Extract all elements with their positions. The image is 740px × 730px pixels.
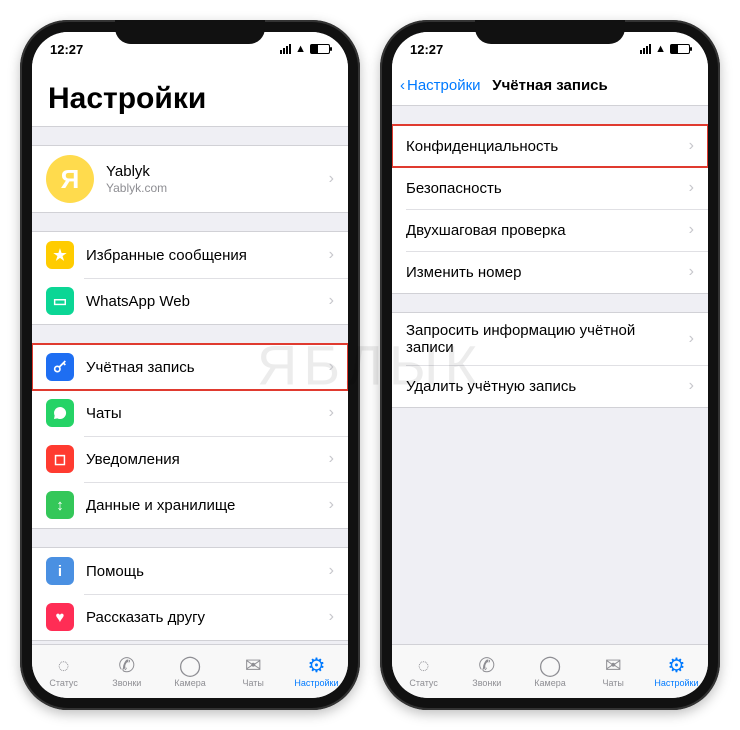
row-request-info[interactable]: Запросить информацию учётной записи › [392, 313, 708, 365]
bell-icon: ◻ [46, 445, 74, 473]
group-3: i Помощь › ♥ Рассказать другу › [32, 547, 348, 641]
tab-bar: ◌Статус ✆Звонки ◯Камера ✉Чаты ⚙Настройки [32, 644, 348, 698]
chevron-right-icon: › [329, 246, 334, 264]
chats-icon: ✉ [245, 656, 262, 676]
camera-icon: ◯ [179, 656, 201, 676]
arrows-icon: ↕ [46, 491, 74, 519]
nav-bar: ‹ Настройки Учётная запись [392, 66, 708, 106]
tab-status[interactable]: ◌Статус [32, 645, 95, 698]
screen-settings: 12:27 ▲ Настройки Я Yablyk Yablyk.com [32, 32, 348, 698]
info-icon: i [46, 557, 74, 585]
phone-icon: ✆ [118, 656, 135, 676]
tab-settings[interactable]: ⚙Настройки [285, 645, 348, 698]
chevron-right-icon: › [329, 608, 334, 626]
chevron-right-icon: › [689, 263, 694, 281]
nav-title: Учётная запись [492, 77, 608, 94]
camera-icon: ◯ [539, 656, 561, 676]
notch [115, 20, 265, 44]
status-icons: ▲ [640, 43, 690, 55]
row-security[interactable]: Безопасность › [392, 167, 708, 209]
status-icons: ▲ [280, 43, 330, 55]
tab-chats[interactable]: ✉Чаты [582, 645, 645, 698]
profile-sub: Yablyk.com [106, 181, 317, 195]
chats-icon: ✉ [605, 656, 622, 676]
row-chats[interactable]: Чаты › [32, 390, 348, 436]
screen-account: 12:27 ▲ ‹ Настройки Учётная запись Конфи… [392, 32, 708, 698]
row-privacy[interactable]: Конфиденциальность › [392, 125, 708, 167]
row-account[interactable]: Учётная запись › [32, 344, 348, 390]
star-icon: ★ [46, 241, 74, 269]
gear-icon: ⚙ [307, 656, 325, 676]
row-change-number[interactable]: Изменить номер › [392, 251, 708, 293]
row-whatsapp-web[interactable]: ▭ WhatsApp Web › [32, 278, 348, 324]
desktop-icon: ▭ [46, 287, 74, 315]
row-notifications[interactable]: ◻ Уведомления › [32, 436, 348, 482]
wifi-icon: ▲ [295, 43, 306, 55]
tab-calls[interactable]: ✆Звонки [455, 645, 518, 698]
chevron-right-icon: › [329, 404, 334, 422]
status-icon: ◌ [58, 656, 70, 676]
page-title: Настройки [32, 66, 348, 127]
row-delete-account[interactable]: Удалить учётную запись › [392, 365, 708, 407]
tab-camera[interactable]: ◯Камера [518, 645, 581, 698]
back-button[interactable]: ‹ Настройки [400, 77, 481, 94]
notch [475, 20, 625, 44]
chevron-right-icon: › [689, 330, 694, 348]
chevron-right-icon: › [329, 496, 334, 514]
settings-content[interactable]: Настройки Я Yablyk Yablyk.com › ★ Из [32, 66, 348, 644]
chevron-right-icon: › [689, 221, 694, 239]
avatar: Я [46, 155, 94, 203]
chevron-right-icon: › [329, 450, 334, 468]
chevron-left-icon: ‹ [400, 77, 405, 94]
signal-icon [280, 44, 291, 54]
status-time: 12:27 [410, 42, 443, 57]
tab-camera[interactable]: ◯Камера [158, 645, 221, 698]
tab-status[interactable]: ◌Статус [392, 645, 455, 698]
chevron-right-icon: › [329, 170, 334, 188]
status-time: 12:27 [50, 42, 83, 57]
account-content[interactable]: Конфиденциальность › Безопасность › Двух… [392, 106, 708, 644]
row-data[interactable]: ↕ Данные и хранилище › [32, 482, 348, 528]
tab-bar: ◌Статус ✆Звонки ◯Камера ✉Чаты ⚙Настройки [392, 644, 708, 698]
tab-calls[interactable]: ✆Звонки [95, 645, 158, 698]
row-starred[interactable]: ★ Избранные сообщения › [32, 232, 348, 278]
phone-right: 12:27 ▲ ‹ Настройки Учётная запись Конфи… [380, 20, 720, 710]
battery-icon [670, 44, 690, 54]
profile-name: Yablyk [106, 163, 317, 180]
phone-icon: ✆ [478, 656, 495, 676]
row-tell-friend[interactable]: ♥ Рассказать другу › [32, 594, 348, 640]
phone-left: 12:27 ▲ Настройки Я Yablyk Yablyk.com [20, 20, 360, 710]
group-profile: Я Yablyk Yablyk.com › [32, 145, 348, 213]
status-icon: ◌ [418, 656, 430, 676]
chevron-right-icon: › [689, 137, 694, 155]
chat-icon [46, 399, 74, 427]
battery-icon [310, 44, 330, 54]
chevron-right-icon: › [329, 562, 334, 580]
profile-row[interactable]: Я Yablyk Yablyk.com › [32, 146, 348, 212]
chevron-right-icon: › [329, 358, 334, 376]
group-a1: Конфиденциальность › Безопасность › Двух… [392, 124, 708, 294]
row-help[interactable]: i Помощь › [32, 548, 348, 594]
tab-chats[interactable]: ✉Чаты [222, 645, 285, 698]
chevron-right-icon: › [689, 377, 694, 395]
signal-icon [640, 44, 651, 54]
gear-icon: ⚙ [667, 656, 685, 676]
group-1: ★ Избранные сообщения › ▭ WhatsApp Web › [32, 231, 348, 325]
key-icon [46, 353, 74, 381]
group-a2: Запросить информацию учётной записи › Уд… [392, 312, 708, 408]
group-2: Учётная запись › Чаты › ◻ Уведомления › [32, 343, 348, 529]
heart-icon: ♥ [46, 603, 74, 631]
tab-settings[interactable]: ⚙Настройки [645, 645, 708, 698]
chevron-right-icon: › [329, 292, 334, 310]
chevron-right-icon: › [689, 179, 694, 197]
wifi-icon: ▲ [655, 43, 666, 55]
row-twostep[interactable]: Двухшаговая проверка › [392, 209, 708, 251]
